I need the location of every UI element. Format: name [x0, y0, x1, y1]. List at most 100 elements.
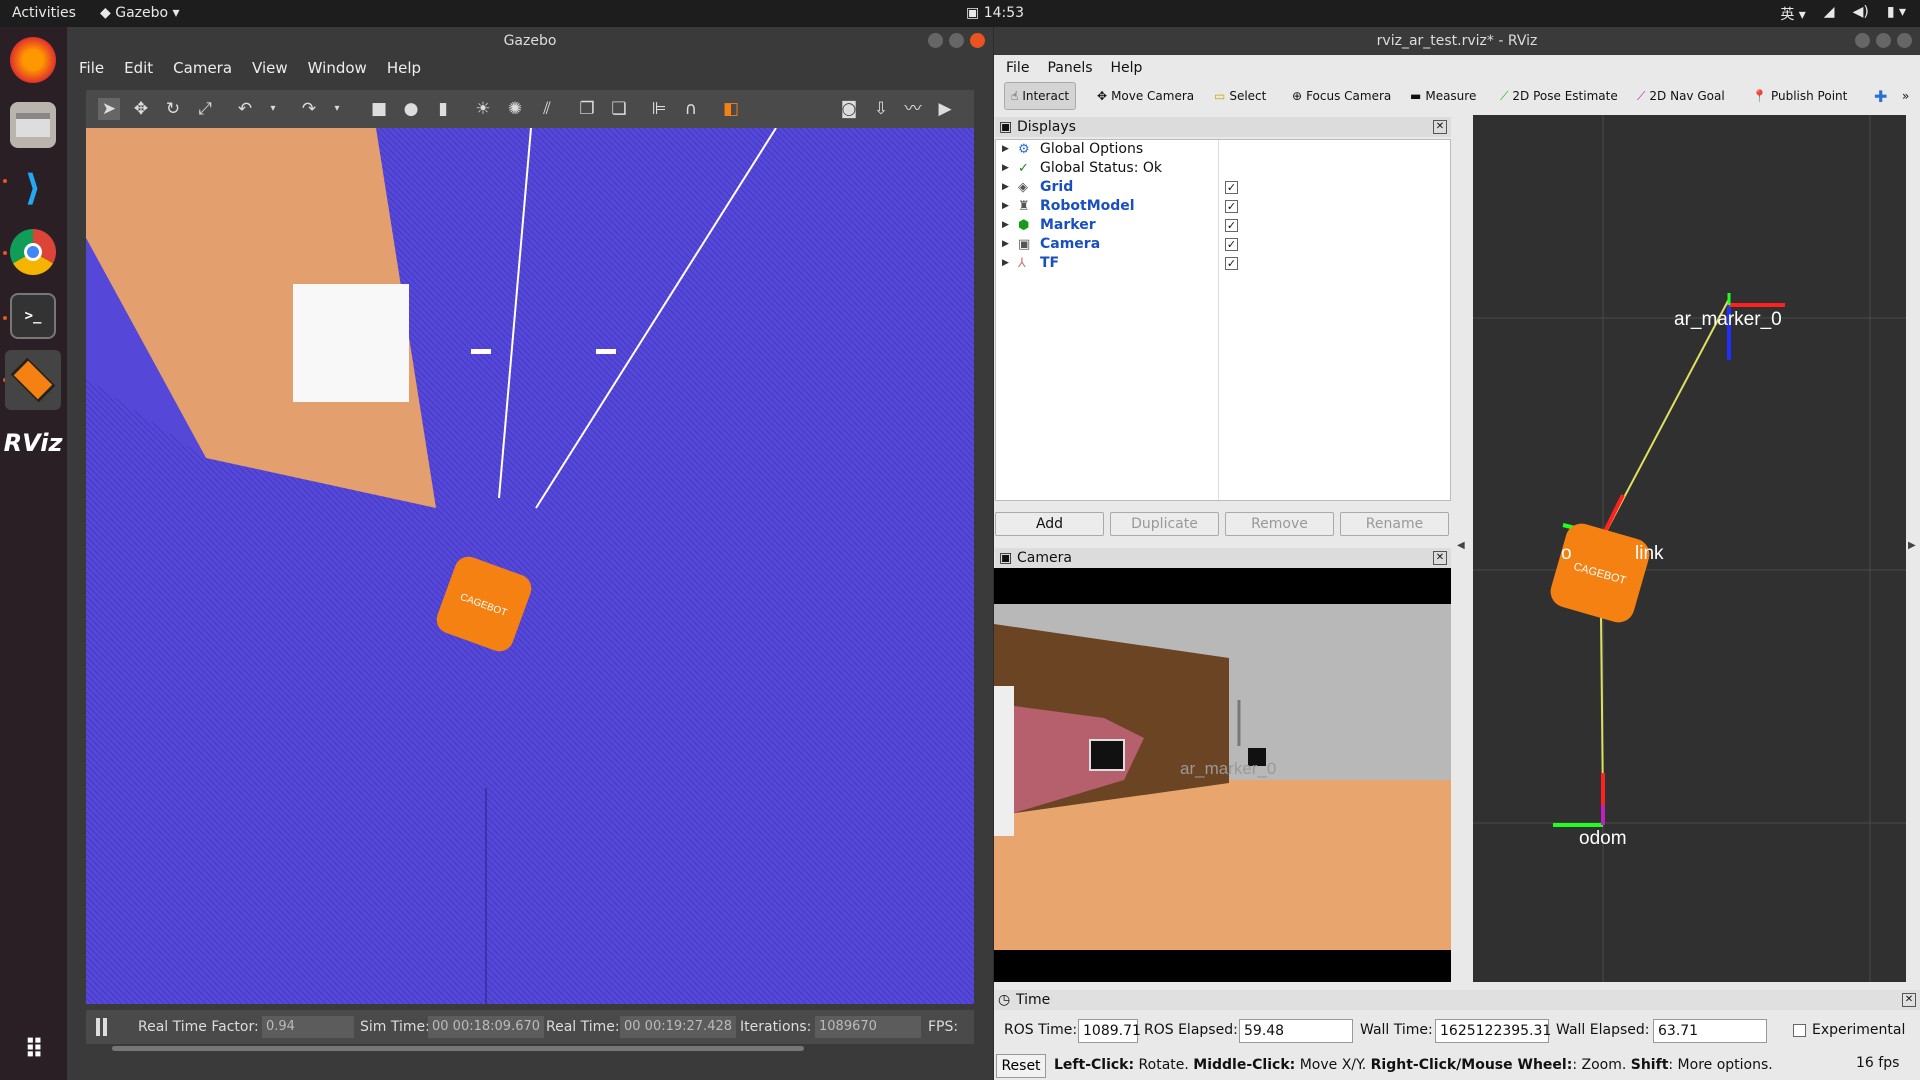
- tool-2d-pose-estimate[interactable]: ⟋ 2D Pose Estimate: [1500, 82, 1618, 110]
- rotate-icon[interactable]: ↻: [162, 98, 184, 120]
- point-light-icon[interactable]: ☀: [472, 98, 494, 120]
- network-icon[interactable]: ◢: [1824, 4, 1835, 24]
- tool-2d-nav-goal[interactable]: ⟋ 2D Nav Goal: [1637, 82, 1725, 110]
- display-row[interactable]: ▶ ♜ RobotModel ✓: [996, 197, 1450, 216]
- menu-edit[interactable]: Edit: [124, 59, 153, 77]
- display-row[interactable]: ▶ ◈ Grid ✓: [996, 178, 1450, 197]
- display-checkbox[interactable]: ✓: [1225, 181, 1238, 194]
- maximize-button[interactable]: [1876, 33, 1891, 48]
- expand-icon[interactable]: ▶: [1002, 216, 1009, 235]
- spot-light-icon[interactable]: ✺: [504, 98, 526, 120]
- rviz-titlebar[interactable]: rviz_ar_test.rviz* - RViz: [994, 27, 1920, 55]
- firefox-icon[interactable]: [10, 37, 56, 83]
- add-button[interactable]: Add: [995, 512, 1104, 536]
- rviz-icon[interactable]: RViz: [4, 420, 63, 466]
- expand-icon[interactable]: ▶: [1002, 159, 1009, 178]
- menu-file[interactable]: File: [79, 59, 104, 77]
- copy-icon[interactable]: ❐: [576, 98, 598, 120]
- paste-icon[interactable]: ❏: [608, 98, 630, 120]
- menu-view[interactable]: View: [252, 59, 288, 77]
- menu-panels[interactable]: Panels: [1047, 60, 1092, 76]
- display-row[interactable]: ▶ ✓ Global Status: Ok: [996, 159, 1450, 178]
- maximize-button[interactable]: [949, 33, 964, 48]
- app-menu[interactable]: ◆ Gazebo ▾: [100, 5, 180, 21]
- rename-button[interactable]: Rename: [1340, 512, 1449, 536]
- close-panel-icon[interactable]: ✕: [1902, 993, 1916, 1007]
- select-mode-icon[interactable]: ➤: [98, 98, 120, 120]
- menu-window[interactable]: Window: [308, 59, 367, 77]
- pause-icon[interactable]: [96, 1018, 108, 1036]
- gazebo-hscrollbar[interactable]: [112, 1046, 804, 1051]
- translate-icon[interactable]: ✥: [130, 98, 152, 120]
- experimental-checkbox[interactable]: [1793, 1024, 1806, 1037]
- snap-icon[interactable]: ∩: [680, 98, 702, 120]
- add-tool-icon[interactable]: ✚: [1874, 82, 1887, 110]
- scale-icon[interactable]: ⤢: [194, 98, 216, 120]
- gazebo-3d-viewport[interactable]: CAGEBOT: [86, 128, 974, 1004]
- collapse-left-icon[interactable]: ◀: [1457, 540, 1465, 551]
- expand-icon[interactable]: ▶: [1002, 254, 1009, 273]
- display-row[interactable]: ▶ ▣ Camera ✓: [996, 235, 1450, 254]
- tool-select[interactable]: ▭ Select: [1214, 82, 1266, 110]
- log-icon[interactable]: ⇩: [870, 98, 892, 120]
- undo-dropdown-icon[interactable]: ▾: [262, 98, 284, 120]
- show-apps-icon[interactable]: ⠿: [10, 1027, 56, 1073]
- system-tray[interactable]: 英 ▾ ◢ ◀) ▮ ▾: [1780, 4, 1906, 24]
- change-view-icon[interactable]: ◧: [720, 98, 742, 120]
- files-icon[interactable]: [10, 102, 56, 148]
- display-row[interactable]: ▶ ⅄ TF ✓: [996, 254, 1450, 273]
- display-checkbox[interactable]: ✓: [1225, 257, 1238, 270]
- reset-button[interactable]: Reset: [996, 1054, 1046, 1078]
- rviz-3d-view[interactable]: ar_marker_0 CAGEBOT o link odom: [1473, 115, 1906, 982]
- undo-icon[interactable]: ↶: [234, 98, 256, 120]
- display-row[interactable]: ▶ ⬢ Marker ✓: [996, 216, 1450, 235]
- display-checkbox[interactable]: ✓: [1225, 219, 1238, 232]
- minimize-button[interactable]: [1855, 33, 1870, 48]
- redo-icon[interactable]: ↷: [298, 98, 320, 120]
- box-shape-icon[interactable]: ■: [368, 98, 390, 120]
- plot-icon[interactable]: 〰: [902, 98, 924, 120]
- vscode-icon[interactable]: ⟩: [10, 165, 56, 211]
- close-button[interactable]: [1897, 33, 1912, 48]
- more-tools-icon[interactable]: »: [1902, 82, 1909, 110]
- close-panel-icon[interactable]: ✕: [1433, 120, 1447, 134]
- input-method[interactable]: 英 ▾: [1780, 4, 1805, 24]
- sphere-shape-icon[interactable]: ●: [400, 98, 422, 120]
- tool-move-camera[interactable]: ✥ Move Camera: [1097, 82, 1194, 110]
- cylinder-shape-icon[interactable]: ▮: [432, 98, 454, 120]
- tool-publish-point[interactable]: 📍 Publish Point: [1752, 82, 1847, 110]
- menu-help[interactable]: Help: [1111, 60, 1143, 76]
- display-checkbox[interactable]: ✓: [1225, 200, 1238, 213]
- activities-button[interactable]: Activities: [12, 5, 76, 21]
- terminal-icon[interactable]: >_: [10, 293, 56, 339]
- expand-icon[interactable]: ▶: [1002, 140, 1009, 159]
- align-icon[interactable]: ⊫: [648, 98, 670, 120]
- gazebo-icon[interactable]: [5, 350, 61, 410]
- battery-icon[interactable]: ▮ ▾: [1887, 4, 1906, 24]
- screenshot-icon[interactable]: ◙: [838, 98, 860, 120]
- duplicate-button[interactable]: Duplicate: [1110, 512, 1219, 536]
- menu-help[interactable]: Help: [387, 59, 421, 77]
- expand-icon[interactable]: ▶: [1002, 178, 1009, 197]
- display-row[interactable]: ▶ ⚙ Global Options: [996, 140, 1450, 159]
- menu-camera[interactable]: Camera: [173, 59, 232, 77]
- close-panel-icon[interactable]: ✕: [1433, 551, 1447, 565]
- clock[interactable]: ▣ 14:53: [966, 5, 1024, 21]
- minimize-button[interactable]: [928, 33, 943, 48]
- video-record-icon[interactable]: ▶: [934, 98, 956, 120]
- tool-interact[interactable]: ☝ Interact: [1004, 82, 1077, 110]
- tool-focus-camera[interactable]: ⊕ Focus Camera: [1292, 82, 1391, 110]
- redo-dropdown-icon[interactable]: ▾: [326, 98, 348, 120]
- expand-icon[interactable]: ▶: [1002, 197, 1009, 216]
- remove-button[interactable]: Remove: [1225, 512, 1334, 536]
- close-button[interactable]: [970, 33, 985, 48]
- camera-image-view[interactable]: ar_marker_0: [994, 568, 1451, 982]
- expand-icon[interactable]: ▶: [1002, 235, 1009, 254]
- chrome-icon[interactable]: [10, 229, 56, 275]
- menu-file[interactable]: File: [1006, 60, 1029, 76]
- display-checkbox[interactable]: ✓: [1225, 238, 1238, 251]
- volume-icon[interactable]: ◀): [1853, 4, 1869, 24]
- directional-light-icon[interactable]: ⫽: [536, 98, 558, 120]
- gazebo-titlebar[interactable]: Gazebo: [67, 27, 993, 55]
- collapse-right-icon[interactable]: ▶: [1908, 540, 1916, 551]
